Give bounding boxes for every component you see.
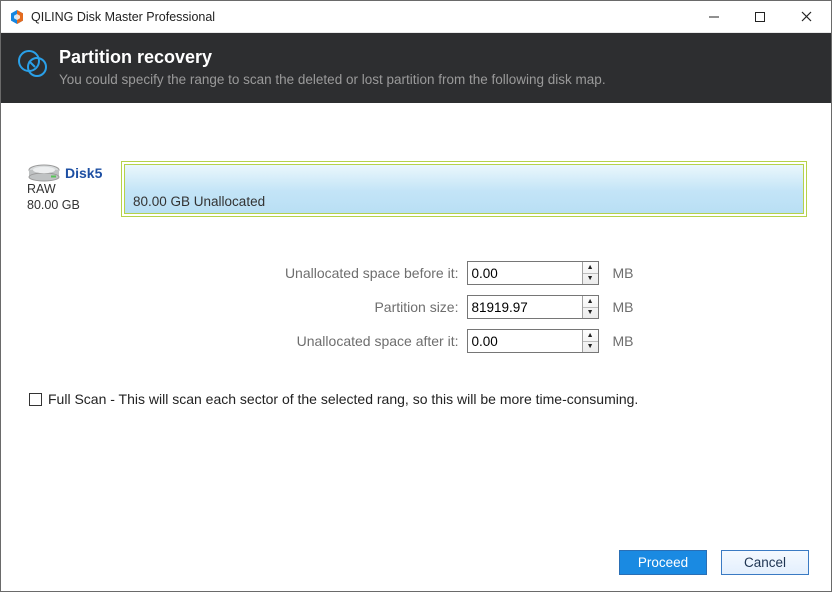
titlebar: QILING Disk Master Professional: [1, 1, 831, 33]
full-scan-checkbox[interactable]: [29, 393, 42, 406]
app-window: QILING Disk Master Professional Partitio…: [0, 0, 832, 592]
disk-size: 80.00 GB: [27, 198, 119, 214]
spin-up-icon[interactable]: ▲: [583, 262, 598, 274]
disk-fs: RAW: [27, 182, 119, 198]
close-button[interactable]: [783, 2, 829, 32]
page-subtitle: You could specify the range to scan the …: [59, 72, 813, 87]
full-scan-row: Full Scan - This will scan each sector o…: [25, 391, 807, 407]
spin-up-icon[interactable]: ▲: [583, 330, 598, 342]
maximize-button[interactable]: [737, 2, 783, 32]
partition-segment-unallocated[interactable]: 80.00 GB Unallocated: [124, 164, 804, 214]
footer: Proceed Cancel: [1, 538, 831, 591]
unit-label: MB: [613, 333, 634, 349]
input-partition-size[interactable]: ▲ ▼: [467, 295, 599, 319]
label-unallocated-before: Unallocated space before it:: [199, 265, 459, 281]
spinner-unallocated-before: ▲ ▼: [582, 262, 598, 284]
header-band: Partition recovery You could specify the…: [1, 33, 831, 103]
minimize-button[interactable]: [691, 2, 737, 32]
input-unallocated-after[interactable]: ▲ ▼: [467, 329, 599, 353]
spacer: [25, 407, 807, 524]
input-unallocated-after-field[interactable]: [468, 330, 582, 352]
proceed-button-label: Proceed: [638, 555, 688, 570]
spinner-unallocated-after: ▲ ▼: [582, 330, 598, 352]
disk-info: Disk5 RAW 80.00 GB: [25, 161, 121, 217]
partition-bar[interactable]: 80.00 GB Unallocated: [121, 161, 807, 217]
window-title: QILING Disk Master Professional: [31, 10, 691, 24]
content-area: Disk5 RAW 80.00 GB 80.00 GB Unallocated …: [1, 103, 831, 538]
recovery-icon: [15, 47, 49, 81]
drive-icon: [27, 164, 61, 182]
unit-label: MB: [613, 265, 634, 281]
row-unallocated-after: Unallocated space after it: ▲ ▼ MB: [199, 329, 634, 353]
disk-name: Disk5: [65, 165, 102, 183]
spin-down-icon[interactable]: ▼: [583, 274, 598, 285]
input-unallocated-before[interactable]: ▲ ▼: [467, 261, 599, 285]
disk-map: Disk5 RAW 80.00 GB 80.00 GB Unallocated: [25, 161, 807, 217]
partition-segment-label: 80.00 GB Unallocated: [133, 194, 265, 209]
spinner-partition-size: ▲ ▼: [582, 296, 598, 318]
input-unallocated-before-field[interactable]: [468, 262, 582, 284]
spin-up-icon[interactable]: ▲: [583, 296, 598, 308]
spin-down-icon[interactable]: ▼: [583, 308, 598, 319]
input-partition-size-field[interactable]: [468, 296, 582, 318]
unit-label: MB: [613, 299, 634, 315]
page-title: Partition recovery: [59, 47, 813, 68]
app-icon: [9, 9, 25, 25]
label-unallocated-after: Unallocated space after it:: [199, 333, 459, 349]
spin-down-icon[interactable]: ▼: [583, 342, 598, 353]
label-partition-size: Partition size:: [199, 299, 459, 315]
cancel-button[interactable]: Cancel: [721, 550, 809, 575]
full-scan-label: Full Scan - This will scan each sector o…: [48, 391, 638, 407]
row-unallocated-before: Unallocated space before it: ▲ ▼ MB: [199, 261, 634, 285]
size-form: Unallocated space before it: ▲ ▼ MB Part…: [25, 261, 807, 353]
cancel-button-label: Cancel: [744, 555, 786, 570]
proceed-button[interactable]: Proceed: [619, 550, 707, 575]
window-controls: [691, 2, 829, 32]
row-partition-size: Partition size: ▲ ▼ MB: [199, 295, 634, 319]
